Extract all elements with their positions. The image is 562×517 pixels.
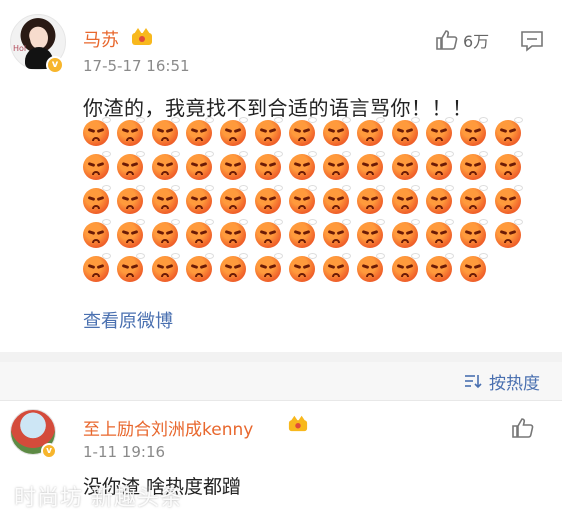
angry-face-icon xyxy=(254,253,283,282)
angry-face-icon xyxy=(460,117,489,146)
angry-face-icon xyxy=(185,253,214,282)
angry-face-icon xyxy=(288,151,317,180)
vip-crown-icon xyxy=(288,415,308,432)
angry-face-icon xyxy=(220,185,249,214)
angry-face-icon xyxy=(185,219,214,248)
angry-face-icon xyxy=(391,117,420,146)
angry-face-icon xyxy=(117,117,146,146)
angry-face-icon xyxy=(117,253,146,282)
sort-icon xyxy=(465,375,482,389)
angry-face-icon xyxy=(357,219,386,248)
angry-face-icon xyxy=(185,151,214,180)
angry-face-icon xyxy=(494,117,523,146)
comment-timestamp: 1-11 19:16 xyxy=(83,443,166,461)
angry-face-icon xyxy=(83,253,111,282)
angry-face-icon xyxy=(426,219,454,248)
post-username[interactable]: 马苏 xyxy=(83,26,119,52)
vip-crown-icon xyxy=(132,28,152,45)
avatar-tag: Hol xyxy=(13,44,27,53)
angry-face-icon xyxy=(288,253,317,282)
like-button[interactable]: 6万 xyxy=(435,28,489,52)
angry-face-icon xyxy=(357,185,386,214)
angry-face-icon xyxy=(151,219,180,248)
angry-face-icon xyxy=(254,151,283,180)
angry-face-icon xyxy=(494,219,523,248)
angry-face-icon xyxy=(151,185,180,214)
angry-face-icon xyxy=(220,219,249,248)
avatar-face xyxy=(30,27,48,49)
comment-icon xyxy=(521,31,543,52)
angry-face-icon xyxy=(391,185,420,214)
angry-face-icon xyxy=(288,185,317,214)
angry-face-icon xyxy=(83,117,111,146)
angry-face-icon xyxy=(323,253,352,282)
comment-like-button[interactable] xyxy=(511,417,535,443)
angry-face-icon xyxy=(391,219,420,248)
angry-face-icon xyxy=(460,151,489,180)
angry-face-icon xyxy=(185,185,214,214)
angry-face-icon xyxy=(426,117,454,146)
angry-face-icon xyxy=(288,117,317,146)
verified-icon: v xyxy=(46,56,64,74)
angry-face-icon xyxy=(391,151,420,180)
like-count: 6万 xyxy=(463,32,490,51)
angry-face-icon xyxy=(426,253,454,282)
angry-face-icon xyxy=(357,253,386,282)
angry-face-icon xyxy=(426,185,454,214)
angry-face-icon xyxy=(357,117,386,146)
sort-label: 按热度 xyxy=(489,373,540,394)
view-original-link[interactable]: 查看原微博 xyxy=(83,307,173,333)
angry-face-icon xyxy=(254,117,283,146)
angry-face-icon xyxy=(151,253,180,282)
angry-face-icon xyxy=(460,185,489,214)
weibo-post: Hol v 马苏 17-5-17 16:51 6万 你渣的，我竟找不到合适的语言… xyxy=(0,0,562,352)
angry-face-icon xyxy=(220,253,249,282)
angry-face-icon xyxy=(460,253,489,282)
angry-face-icon xyxy=(323,219,352,248)
post-timestamp: 17-5-17 16:51 xyxy=(83,57,190,75)
angry-face-icon xyxy=(185,117,214,146)
angry-face-icon xyxy=(83,151,111,180)
angry-face-icon xyxy=(494,185,523,214)
angry-face-icon xyxy=(323,117,352,146)
angry-face-icon xyxy=(254,219,283,248)
angry-face-icon xyxy=(494,151,523,180)
thumbs-up-icon xyxy=(512,418,534,438)
angry-face-icon xyxy=(220,151,249,180)
angry-face-icon xyxy=(220,117,249,146)
thumbs-up-icon xyxy=(436,30,458,50)
angry-face-icon xyxy=(460,219,489,248)
angry-face-icon xyxy=(83,185,111,214)
comment-button[interactable] xyxy=(520,30,544,56)
angry-face-icon xyxy=(151,117,180,146)
angry-face-icon xyxy=(83,219,111,248)
angry-face-icon xyxy=(151,151,180,180)
sort-bar: 按热度 xyxy=(0,362,562,400)
angry-face-icon xyxy=(357,151,386,180)
commenter-username[interactable]: 至上励合刘洲成kenny xyxy=(83,415,253,440)
sort-by-hot-button[interactable]: 按热度 xyxy=(463,362,540,400)
angry-face-icon xyxy=(391,253,420,282)
angry-face-icon xyxy=(117,151,146,180)
angry-face-icon xyxy=(288,219,317,248)
angry-face-icon xyxy=(117,185,146,214)
section-divider xyxy=(0,352,562,362)
angry-face-icon xyxy=(117,219,146,248)
angry-face-icon xyxy=(323,185,352,214)
angry-face-icon xyxy=(323,151,352,180)
angry-face-icon xyxy=(426,151,454,180)
watermark: 时尚坊 新趣头条 xyxy=(14,486,183,511)
angry-face-icon xyxy=(254,185,283,214)
verified-icon: v xyxy=(41,443,57,459)
